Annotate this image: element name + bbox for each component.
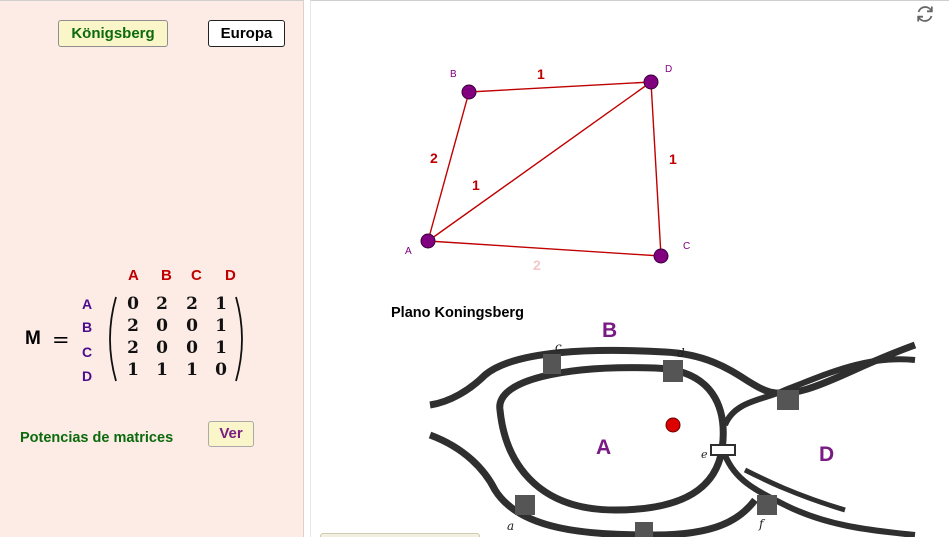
bridge-a bbox=[515, 495, 535, 515]
graph-edge-a-c[interactable] bbox=[427, 240, 662, 257]
matrix-cell: 1 bbox=[215, 338, 227, 358]
matrix-row-label-d: D bbox=[82, 368, 93, 384]
bridge-f bbox=[757, 495, 777, 515]
potencias-label: Potencias de matrices bbox=[20, 430, 174, 446]
matrix-cell: 1 bbox=[156, 360, 168, 380]
ver-button[interactable]: Ver bbox=[208, 421, 254, 447]
matrix-cell: 0 bbox=[186, 316, 198, 336]
matrix-cell: 0 bbox=[156, 316, 168, 336]
graph-vertex-label-d: D bbox=[665, 64, 672, 75]
matrix-cell: 2 bbox=[127, 338, 139, 358]
matrix-cell: 0 bbox=[186, 338, 198, 358]
position-marker[interactable] bbox=[665, 417, 681, 433]
graph-edge-weight: 2 bbox=[430, 150, 438, 166]
map-region-a: A bbox=[596, 436, 612, 459]
river-east-south bbox=[722, 453, 916, 537]
bridge-label-d: d bbox=[677, 346, 685, 360]
graph-vertex-label-b: B bbox=[450, 69, 457, 80]
matrix-cell: 2 bbox=[127, 316, 139, 336]
island-outline bbox=[496, 364, 727, 514]
graph-vertex-label-a: A bbox=[405, 246, 412, 257]
konigsberg-map: c d e a f bbox=[428, 340, 917, 537]
matrix-cell: 1 bbox=[127, 360, 139, 380]
graph-vertex-c[interactable] bbox=[653, 248, 669, 264]
matrix-right-bracket bbox=[235, 296, 243, 382]
matrix-row-label-b: B bbox=[82, 319, 93, 335]
matrix-cell: 1 bbox=[186, 360, 198, 380]
adjacency-matrix: 0 2 2 12 0 0 12 0 0 11 1 1 0 bbox=[109, 294, 243, 382]
bridge-e-north bbox=[777, 390, 799, 410]
graph-vertex-label-c: C bbox=[683, 241, 690, 252]
matrix-cell: 1 bbox=[215, 316, 227, 336]
graph-edge-b-d[interactable] bbox=[468, 81, 652, 93]
map-region-b: B bbox=[602, 319, 618, 342]
bridge-g bbox=[635, 522, 653, 537]
map-title: Plano Koningsberg bbox=[391, 305, 524, 321]
bridge-label-e: e bbox=[701, 448, 708, 461]
river-east-north bbox=[722, 356, 916, 427]
graph-vertex-d[interactable] bbox=[643, 74, 659, 90]
bridge-label-f: f bbox=[758, 517, 766, 531]
matrix-row-label-c: C bbox=[82, 344, 93, 360]
bridge-label-c: c bbox=[555, 340, 562, 354]
graph-edge-weight: 1 bbox=[537, 66, 545, 82]
bottom-tab[interactable] bbox=[320, 533, 480, 537]
matrix-equals-sign: = bbox=[52, 328, 70, 352]
matrix-cell: 0 bbox=[156, 338, 168, 358]
bridge-label-a: a bbox=[507, 519, 514, 533]
map-region-d: D bbox=[819, 443, 835, 466]
graph-edge-weight: 1 bbox=[472, 177, 480, 193]
graph-edge-a-b[interactable] bbox=[427, 91, 470, 242]
graph-edge-d-c[interactable] bbox=[650, 81, 662, 257]
konigsberg-graph: 1 2 1 1 2 A B C D bbox=[405, 64, 690, 273]
graph-edge-a-d[interactable] bbox=[427, 81, 652, 242]
matrix-cell: 0 bbox=[215, 360, 227, 380]
bridge-e bbox=[710, 444, 736, 456]
graph-vertex-b[interactable] bbox=[461, 84, 477, 100]
bridge-d bbox=[663, 360, 683, 382]
bridge-c bbox=[543, 354, 561, 374]
graph-vertex-a[interactable] bbox=[420, 233, 436, 249]
matrix-name: M bbox=[25, 328, 41, 349]
graph-edge-weight: 1 bbox=[669, 151, 677, 167]
matrix-left-bracket bbox=[109, 296, 117, 382]
graph-edge-weight: 2 bbox=[533, 257, 541, 273]
